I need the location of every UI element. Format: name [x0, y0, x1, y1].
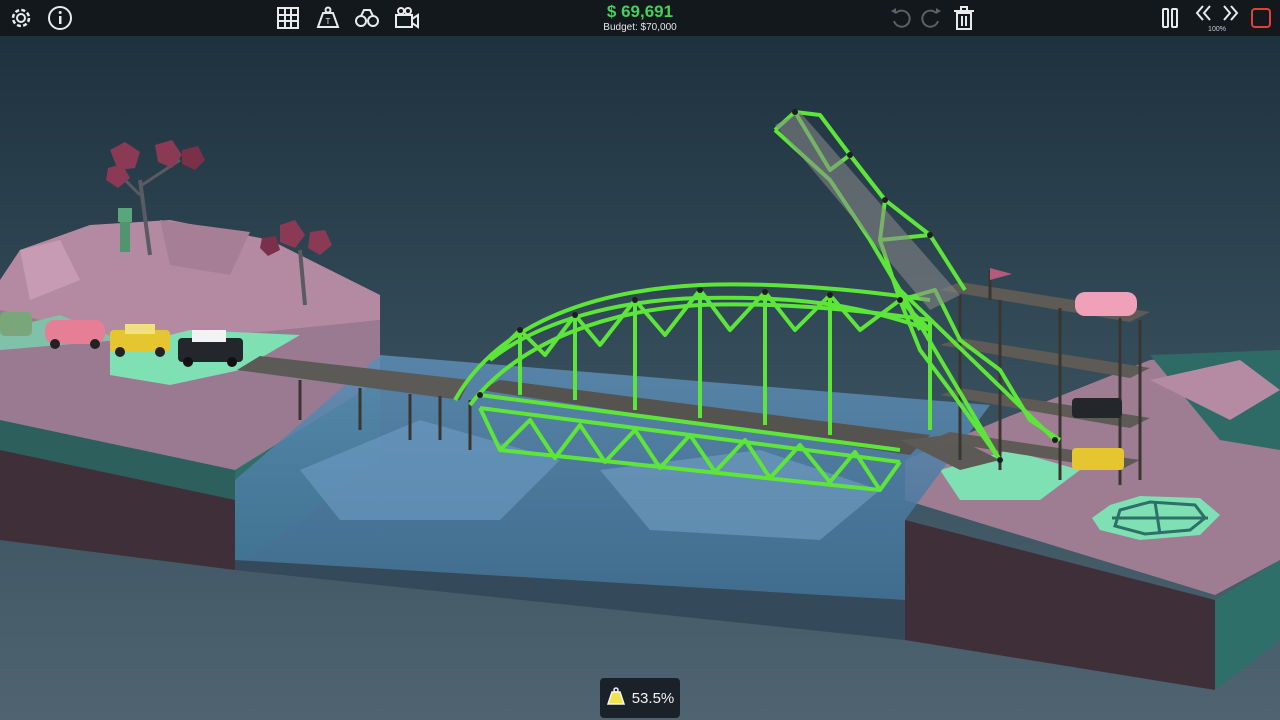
cost-display: $ 69,691 Budget: $70,000	[560, 2, 720, 34]
weight-icon[interactable]: T	[313, 4, 343, 32]
slow-down-icon[interactable]	[1188, 0, 1218, 28]
svg-text:T: T	[326, 17, 331, 26]
stop-icon[interactable]	[1246, 4, 1276, 32]
speed-up-icon[interactable]	[1216, 0, 1246, 28]
budget-label: Budget: $70,000	[603, 22, 677, 33]
top-toolbar: T $ 69,691 Budget: $70,000 100%	[0, 0, 1280, 36]
cost-amount: $ 69,691	[606, 2, 674, 21]
weight-stress-icon	[606, 686, 626, 711]
binoculars-icon[interactable]	[352, 4, 382, 32]
materials-grid-icon[interactable]	[273, 4, 303, 32]
undo-icon[interactable]	[886, 4, 916, 32]
redo-icon[interactable]	[916, 4, 946, 32]
stress-indicator: 53.5%	[600, 678, 680, 718]
camera-icon[interactable]	[392, 4, 422, 32]
speed-label: 100%	[1208, 26, 1226, 33]
stress-value: 53.5%	[631, 689, 675, 707]
pause-icon[interactable]	[1155, 4, 1185, 32]
trash-icon[interactable]	[949, 4, 979, 32]
game-scene	[0, 36, 1280, 720]
info-icon[interactable]	[45, 4, 75, 32]
gear-icon[interactable]	[6, 4, 36, 32]
